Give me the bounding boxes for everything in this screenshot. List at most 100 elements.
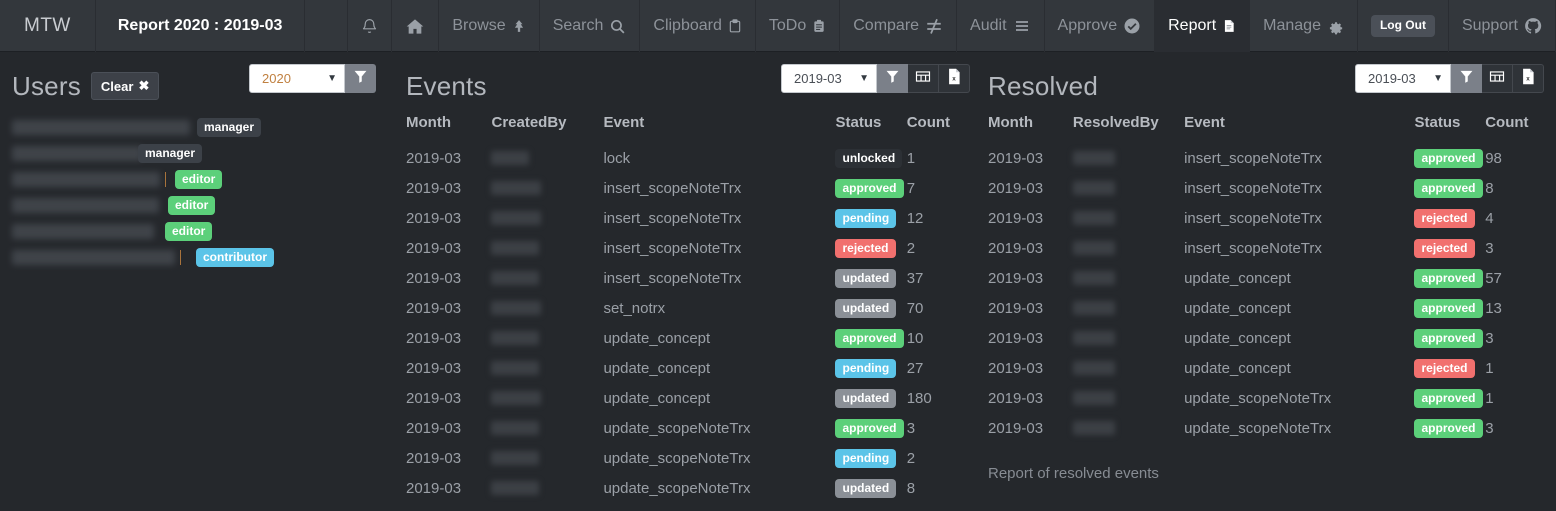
table-row[interactable]: 2019-03 update_scopeNoteTrx updated 8 [406,473,978,503]
cell-count: 3 [906,419,916,437]
resolved-export-excel-button[interactable]: x [1513,64,1544,93]
table-row[interactable]: 2019-03 insert_scopeNoteTrx rejected 3 [988,233,1556,263]
users-year-select[interactable]: 2020 ▼ [249,64,345,93]
nav-approve-label: Approve [1057,17,1118,34]
nav-compare[interactable]: Compare [840,0,958,52]
events-month-select[interactable]: 2019-03 ▼ [781,64,877,93]
user-list-item[interactable]: manager [12,140,388,166]
redacted-user-name [491,481,540,495]
resolved-month-select[interactable]: 2019-03 ▼ [1355,64,1451,93]
redacted-user-name [491,361,540,375]
users-filter-button[interactable] [345,64,376,93]
nav-notifications[interactable] [348,0,393,52]
user-list-item[interactable]: contributor [12,244,388,270]
table-row[interactable]: 2019-03 update_concept approved 57 [988,263,1556,293]
events-table-view-button[interactable] [908,64,939,93]
users-panel: Users Clear ✖ 2020 ▼ manager manager edi… [0,52,400,511]
redacted-user-name [1072,211,1115,225]
table-row[interactable]: 2019-03 update_concept approved 3 [988,323,1556,353]
chevron-down-icon: ▼ [859,73,869,84]
events-toolbar: 2019-03 ▼ x [781,64,970,93]
user-list-item[interactable]: editor [12,166,388,192]
nav-todo[interactable]: ToDo [756,0,841,52]
user-list-item[interactable]: editor [12,192,388,218]
cell-count: 3 [1485,239,1494,257]
cell-user-redacted [491,263,603,293]
logout-button[interactable]: Log Out [1370,15,1435,37]
resolved-col-by: ResolvedBy [1072,114,1159,131]
table-row[interactable]: 2019-03 insert_scopeNoteTrx approved 8 [988,173,1556,203]
table-row[interactable]: 2019-03 insert_scopeNoteTrx updated 37 [406,263,978,293]
events-filter-button[interactable] [877,64,908,93]
events-export-excel-button[interactable]: x [939,64,970,93]
table-row[interactable]: 2019-03 update_concept updated 180 [406,383,978,413]
resolved-filter-button[interactable] [1451,64,1482,93]
cell-month: 2019-03 [406,179,462,197]
events-col-status: Status [835,114,882,131]
cell-status: updated [835,263,906,293]
nav-report[interactable]: Report [1155,0,1251,52]
table-row[interactable]: 2019-03 update_scopeNoteTrx approved 1 [988,383,1556,413]
redacted-user-name [1072,271,1115,285]
resolved-col-count: Count [1485,114,1529,131]
resolved-table-view-button[interactable] [1482,64,1513,93]
table-row[interactable]: 2019-03 update_concept approved 10 [406,323,978,353]
cell-user-redacted [1072,293,1184,323]
cell-status: approved [835,323,906,353]
table-row[interactable]: 2019-03 update_scopeNoteTrx approved 3 [406,413,978,443]
status-badge: approved [835,328,904,348]
funnel-icon [1459,69,1474,89]
table-row[interactable]: 2019-03 insert_scopeNoteTrx rejected 4 [988,203,1556,233]
redacted-user-name [491,151,530,165]
nav-home[interactable] [392,0,440,52]
table-row[interactable]: 2019-03 lock unlocked 1 [406,143,978,173]
nav-browse[interactable]: Browse [439,0,540,52]
nav-logout[interactable]: Log Out [1358,0,1449,52]
table-row[interactable]: 2019-03 insert_scopeNoteTrx approved 98 [988,143,1556,173]
status-badge: pending [835,208,897,228]
nav-report-label: Report [1168,17,1217,34]
table-row[interactable]: 2019-03 insert_scopeNoteTrx rejected 2 [406,233,978,263]
table-row[interactable]: 2019-03 set_notrx updated 70 [406,293,978,323]
table-row[interactable]: 2019-03 update_scopeNoteTrx pending 2 [406,443,978,473]
status-badge: rejected [1414,238,1475,258]
nav-approve[interactable]: Approve [1045,0,1156,52]
cell-user-redacted [491,143,603,173]
table-row[interactable]: 2019-03 update_concept rejected 1 [988,353,1556,383]
clear-users-filter-button[interactable]: Clear ✖ [90,72,160,100]
nav-audit[interactable]: Audit [957,0,1045,52]
cell-user-redacted [1072,263,1184,293]
cell-count: 8 [1485,179,1494,197]
nav-clipboard[interactable]: Clipboard [640,0,756,52]
chevron-down-icon: ▼ [1433,73,1443,84]
cell-count: 4 [1485,209,1494,227]
table-row[interactable]: 2019-03 insert_scopeNoteTrx approved 7 [406,173,978,203]
table-row[interactable]: 2019-03 update_concept pending 27 [406,353,978,383]
status-badge: rejected [835,238,896,258]
nav-manage[interactable]: Manage [1250,0,1358,52]
user-list-item[interactable]: editor [12,218,388,244]
user-list-item[interactable]: manager [12,114,388,140]
table-row[interactable]: 2019-03 update_scopeNoteTrx approved 3 [988,413,1556,443]
clipboard-icon [728,17,742,35]
table-row[interactable]: 2019-03 update_concept approved 13 [988,293,1556,323]
redacted-user-name [491,451,540,465]
user-separator [165,171,166,187]
page-title: Report 2020 : 2019-03 [96,0,306,52]
cell-month: 2019-03 [406,479,462,497]
nav-support[interactable]: Support [1449,0,1556,52]
app-brand[interactable]: MTW [0,0,96,52]
user-role-badge: editor [175,169,223,189]
events-col-count: Count [906,114,951,131]
status-badge: approved [1414,178,1483,198]
close-icon: ✖ [138,78,150,93]
events-col-month: Month [406,114,451,131]
redacted-user-name [1072,331,1115,345]
nav-search[interactable]: Search [540,0,641,52]
table-row[interactable]: 2019-03 insert_scopeNoteTrx pending 12 [406,203,978,233]
excel-file-icon: x [947,68,961,90]
magnifier-icon [609,18,626,35]
nav-manage-label: Manage [1263,17,1321,34]
cell-user-redacted [1072,323,1184,353]
resolved-footnote: Report of resolved events [988,465,1159,482]
